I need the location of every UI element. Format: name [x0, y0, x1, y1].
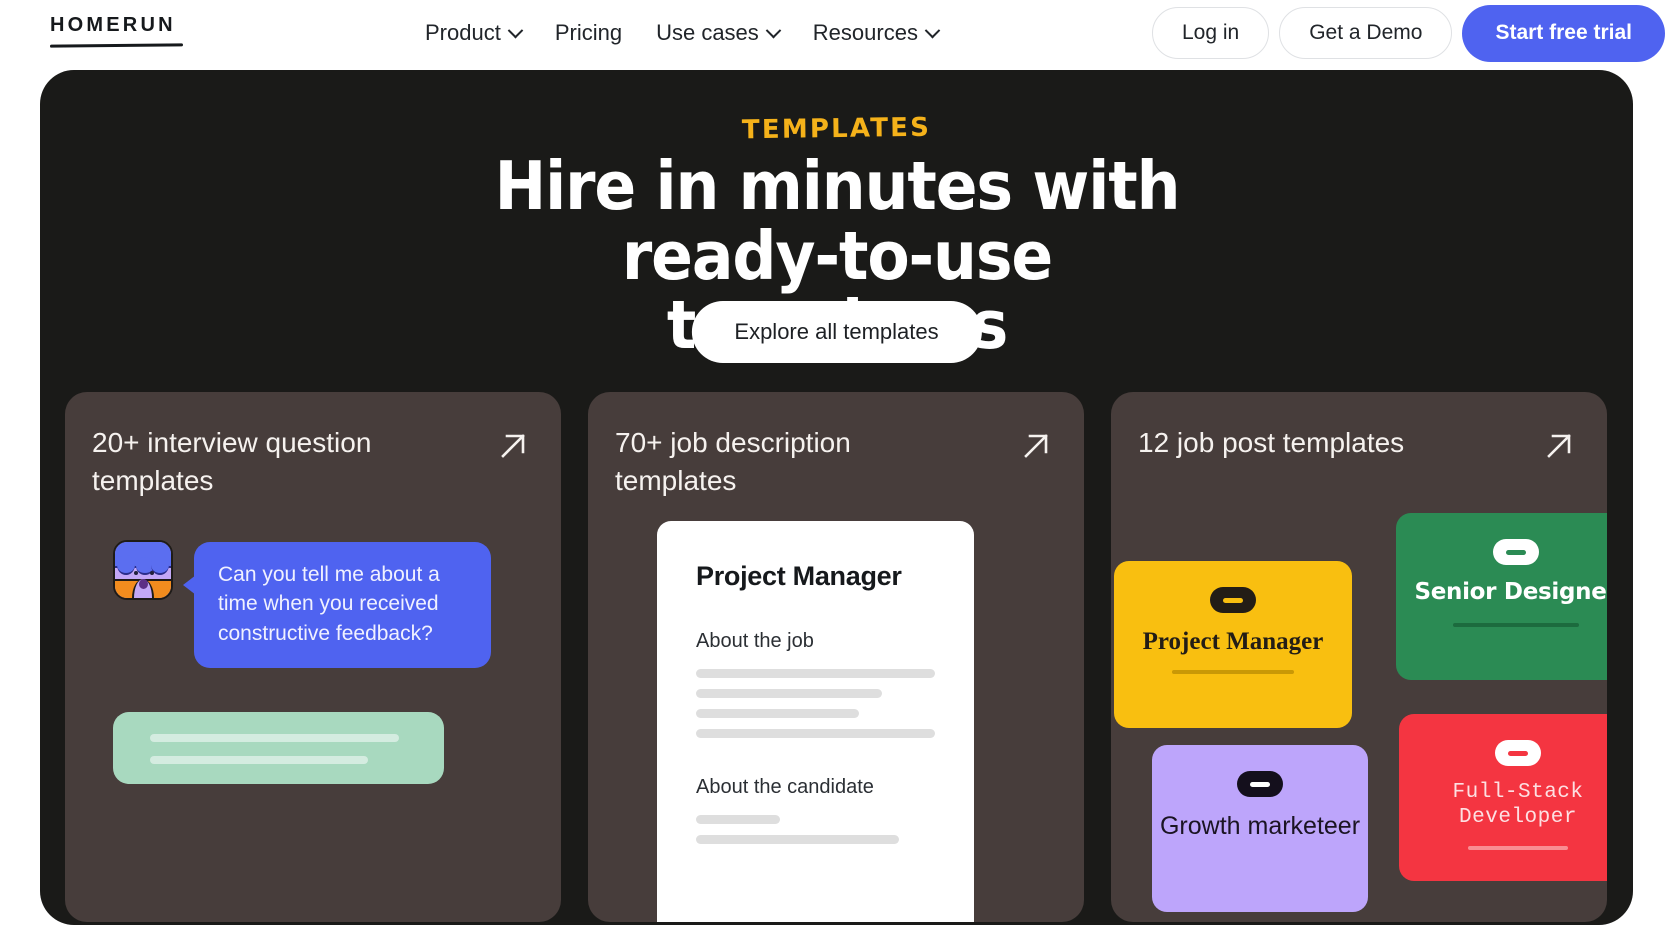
answer-bubble-placeholder	[113, 712, 444, 784]
placeholder-line	[150, 756, 368, 764]
avatar-hair	[115, 542, 171, 575]
document-placeholder-lines-1	[696, 669, 935, 738]
job-post-rule	[1200, 857, 1320, 861]
job-post-collage: Project Manager Senior Designer Growth m…	[1111, 392, 1607, 922]
job-post-logo-icon	[1495, 740, 1541, 766]
job-post-rule	[1468, 846, 1568, 851]
primary-nav: Product Pricing Use cases Resources	[408, 0, 955, 66]
card-interview-questions[interactable]: 20+ interview question templates Can you…	[65, 392, 561, 922]
card-title: 70+ job description templates	[615, 427, 851, 496]
template-card-row: 20+ interview question templates Can you…	[65, 392, 1608, 922]
job-post-card-full-stack-developer[interactable]: Full-Stack Developer	[1399, 714, 1607, 881]
placeholder-line	[696, 709, 859, 718]
job-post-label: Project Manager	[1142, 628, 1324, 655]
card-job-posts[interactable]: 12 job post templates Project Manager Se…	[1111, 392, 1607, 922]
placeholder-line	[696, 689, 883, 698]
avatar-eye-right	[150, 571, 154, 575]
arrow-up-right-icon[interactable]	[497, 430, 529, 462]
nav-item-use-cases[interactable]: Use cases	[639, 20, 796, 46]
top-navigation-bar: HOMERUN Product Pricing Use cases Resour…	[0, 0, 1673, 66]
explore-all-templates-button[interactable]: Explore all templates	[691, 301, 982, 363]
start-free-trial-button[interactable]: Start free trial	[1462, 4, 1665, 62]
document-job-title: Project Manager	[696, 561, 902, 591]
arrow-up-right-icon[interactable]	[1020, 430, 1052, 462]
avatar-mouth	[139, 579, 148, 589]
avatar	[113, 540, 173, 600]
job-post-label: Growth marketeer	[1159, 812, 1361, 840]
log-in-button[interactable]: Log in	[1152, 7, 1270, 59]
nav-item-use-cases-label: Use cases	[656, 20, 759, 45]
job-description-document: Project Manager About the job About the …	[657, 521, 974, 922]
card-job-descriptions[interactable]: 70+ job description templates Project Ma…	[588, 392, 1084, 922]
chevron-down-icon	[765, 22, 782, 38]
nav-item-resources-label: Resources	[812, 20, 918, 45]
job-post-card-senior-designer[interactable]: Senior Designer	[1396, 513, 1607, 680]
placeholder-line	[150, 734, 399, 742]
nav-item-pricing[interactable]: Pricing	[538, 20, 639, 46]
chevron-down-icon	[924, 22, 941, 38]
job-post-label: Full-Stack Developer	[1452, 781, 1584, 830]
placeholder-line	[696, 835, 900, 844]
placeholder-line	[696, 669, 935, 678]
job-post-logo-icon	[1237, 771, 1283, 797]
card-title: 20+ interview question templates	[92, 427, 372, 496]
document-section-about-candidate: About the candidate	[696, 776, 874, 798]
nav-item-product-label: Product	[425, 20, 501, 45]
document-placeholder-lines-2	[696, 815, 935, 844]
job-post-logo-icon	[1493, 539, 1539, 565]
get-a-demo-button[interactable]: Get a Demo	[1279, 7, 1453, 59]
nav-item-resources[interactable]: Resources	[796, 20, 955, 46]
chevron-down-icon	[507, 22, 524, 38]
interview-question-text: Can you tell me about a time when you re…	[218, 563, 440, 645]
nav-actions: Log in Get a Demo Start free trial	[1152, 0, 1665, 66]
bubble-tail	[183, 575, 196, 595]
interview-question-bubble: Can you tell me about a time when you re…	[183, 542, 491, 669]
job-post-card-growth-marketeer[interactable]: Growth marketeer	[1152, 745, 1368, 912]
placeholder-line	[696, 729, 935, 738]
templates-hero-panel: TEMPLATES Hire in minutes with ready-to-…	[40, 70, 1633, 925]
placeholder-line	[696, 815, 780, 824]
logo-underline	[49, 43, 184, 48]
job-post-rule	[1172, 670, 1294, 674]
nav-item-pricing-label: Pricing	[554, 20, 623, 45]
document-section-about-job: About the job	[696, 630, 814, 652]
avatar-eye-left	[134, 571, 138, 575]
homerun-logo[interactable]: HOMERUN	[50, 14, 176, 41]
job-post-label: Senior Designer	[1414, 579, 1607, 605]
job-post-rule	[1453, 622, 1579, 627]
job-post-logo-icon	[1210, 587, 1256, 613]
job-post-card-project-manager[interactable]: Project Manager	[1114, 561, 1352, 728]
nav-item-product[interactable]: Product	[408, 20, 538, 46]
